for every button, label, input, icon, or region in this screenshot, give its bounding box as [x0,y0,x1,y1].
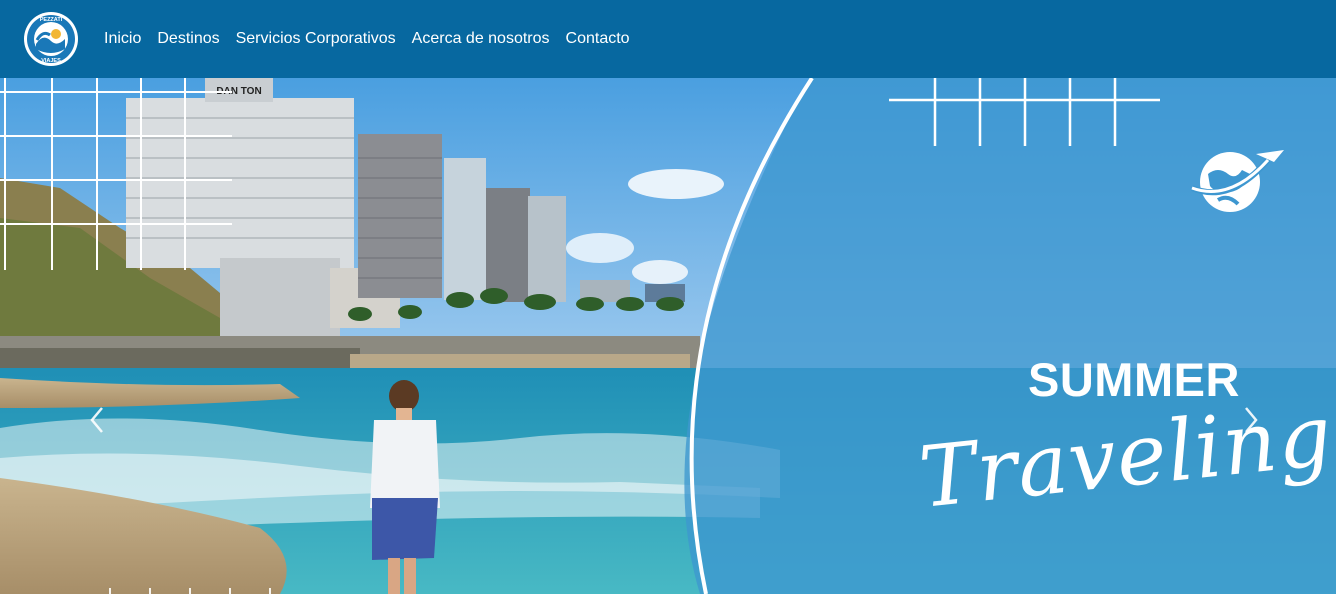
brand-logo-icon: PEZZATI VIAJES [24,12,78,66]
nav-item-inicio[interactable]: Inicio [104,30,141,48]
nav-item-acerca-de-nosotros[interactable]: Acerca de nosotros [412,30,550,48]
nav-item-destinos[interactable]: Destinos [157,30,219,48]
brand-logo[interactable]: PEZZATI VIAJES [23,11,79,67]
chevron-right-icon [1245,407,1258,433]
hero-banner: DAN TON SUMMER Traveling [0,78,1336,594]
navbar: PEZZATI VIAJES Inicio Destinos Servicios… [0,0,1336,78]
page: PEZZATI VIAJES Inicio Destinos Servicios… [0,0,1336,594]
carousel-next-button[interactable] [1236,400,1266,440]
nav-item-contacto[interactable]: Contacto [566,30,630,48]
svg-text:PEZZATI: PEZZATI [40,17,63,23]
chevron-left-icon [90,407,103,433]
svg-text:VIAJES: VIAJES [41,58,61,64]
nav-item-servicios-corporativos[interactable]: Servicios Corporativos [236,30,396,48]
main-nav: Inicio Destinos Servicios Corporativos A… [104,0,630,78]
hero-image: DAN TON [0,78,1336,594]
carousel-prev-button[interactable] [82,400,112,440]
